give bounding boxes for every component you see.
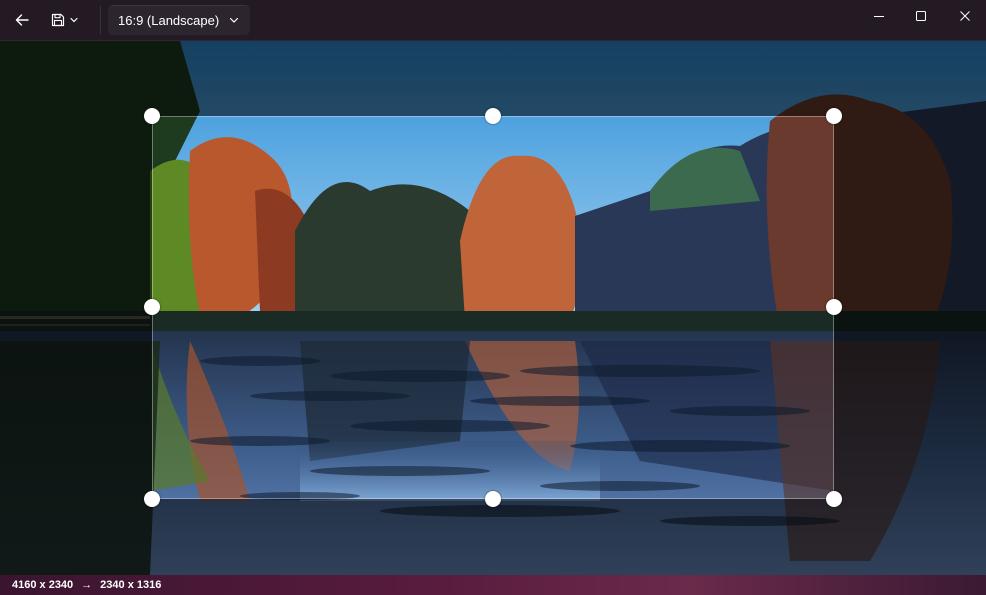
chevron-down-icon <box>70 17 78 23</box>
crop-overlay-right <box>834 116 986 499</box>
toolbar-divider <box>100 6 101 34</box>
back-button[interactable] <box>6 5 38 35</box>
save-button[interactable] <box>44 5 90 35</box>
title-bar: 16:9 (Landscape) <box>0 0 986 41</box>
crop-overlay-left <box>0 116 152 499</box>
crop-overlay-bottom <box>0 499 986 575</box>
status-bar: 4160 x 2340 → 2340 x 1316 <box>0 575 986 595</box>
minimize-icon <box>874 16 884 17</box>
chevron-down-icon <box>229 17 239 23</box>
crop-selection[interactable] <box>152 116 834 499</box>
crop-handle-top-left[interactable] <box>144 108 160 124</box>
crop-handle-left[interactable] <box>144 299 160 315</box>
crop-handle-bottom-right[interactable] <box>826 491 842 507</box>
crop-handle-top-right[interactable] <box>826 108 842 124</box>
floppy-disk-icon <box>51 13 65 27</box>
crop-handle-top[interactable] <box>485 108 501 124</box>
maximize-icon <box>916 11 926 21</box>
minimize-button[interactable] <box>856 0 902 32</box>
crop-handle-bottom-left[interactable] <box>144 491 160 507</box>
arrow-left-icon <box>15 14 29 26</box>
crop-handle-bottom[interactable] <box>485 491 501 507</box>
crop-handle-right[interactable] <box>826 299 842 315</box>
original-size: 4160 x 2340 <box>12 579 74 591</box>
cropped-size: 2340 x 1316 <box>100 579 162 591</box>
aspect-ratio-dropdown[interactable]: 16:9 (Landscape) <box>108 5 250 35</box>
close-button[interactable] <box>942 0 986 32</box>
arrow-right-icon: → <box>81 579 93 591</box>
maximize-button[interactable] <box>898 0 944 32</box>
photo-canvas[interactable] <box>0 41 986 575</box>
close-icon <box>960 11 970 21</box>
aspect-ratio-label: 16:9 (Landscape) <box>118 13 220 28</box>
crop-overlay-top <box>0 41 986 116</box>
